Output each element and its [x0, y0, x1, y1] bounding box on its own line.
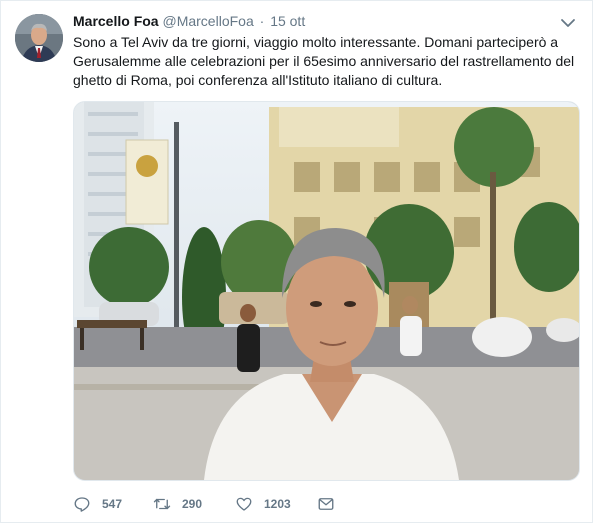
tweet-actions: 547 290 1203 [73, 495, 347, 513]
author-username[interactable]: @MarcelloFoa [162, 13, 253, 29]
tweet-card[interactable]: Marcello Foa @MarcelloFoa · 15 ott Sono … [0, 0, 593, 523]
retweet-button[interactable]: 290 [153, 495, 235, 513]
reply-button[interactable]: 547 [73, 495, 153, 513]
direct-message-button[interactable] [317, 495, 347, 513]
more-options-button[interactable] [560, 15, 576, 31]
like-button[interactable]: 1203 [235, 495, 317, 513]
tweet-header: Marcello Foa @MarcelloFoa · 15 ott [73, 12, 552, 30]
heart-icon [236, 497, 252, 511]
envelope-icon [318, 498, 334, 510]
tweet-text: Sono a Tel Aviv da tre giorni, viaggio m… [73, 34, 575, 88]
tweet-photo[interactable] [73, 101, 580, 481]
tweet-timestamp[interactable]: 15 ott [270, 13, 305, 29]
like-count: 1203 [264, 497, 291, 511]
retweet-count: 290 [182, 497, 203, 511]
reply-count: 547 [102, 497, 123, 511]
reply-icon [74, 497, 90, 512]
author-fullname[interactable]: Marcello Foa [73, 13, 159, 29]
avatar[interactable] [15, 14, 63, 62]
avatar-image [15, 14, 63, 62]
header-separator: · [259, 13, 265, 29]
retweet-icon [153, 498, 171, 510]
photo-image [74, 102, 579, 480]
chevron-down-icon [561, 19, 575, 27]
